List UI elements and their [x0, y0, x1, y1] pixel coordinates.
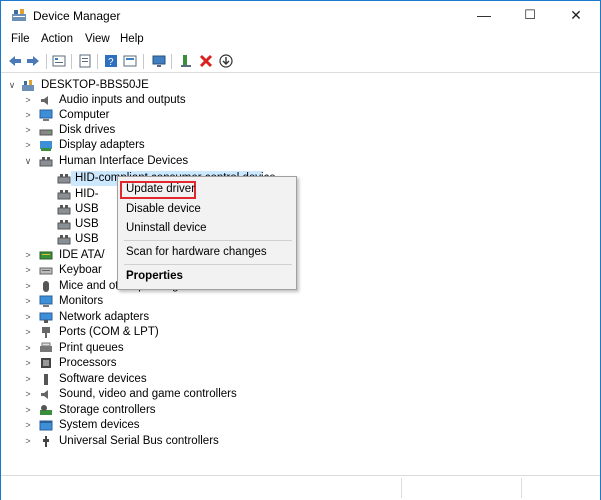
usb-icon: [39, 435, 53, 448]
toolbar-separator: [97, 54, 98, 69]
toolbar-separator: [143, 54, 144, 69]
device-manager-window: Device Manager — ☐ ✕ File Action View He…: [0, 0, 601, 500]
chevron-down-icon[interactable]: ∨: [7, 78, 17, 93]
uninstall-device-menu-item[interactable]: Uninstall device: [126, 222, 207, 234]
device-tree: ∨ DESKTOP-BBS50JE > Audio inputs and out…: [3, 74, 597, 470]
status-bar: [1, 475, 600, 500]
title-bar[interactable]: Device Manager — ☐ ✕: [1, 1, 600, 29]
menu-separator: [124, 240, 292, 241]
enable-device-icon[interactable]: [179, 53, 195, 69]
chevron-right-icon[interactable]: >: [23, 294, 33, 309]
disable-device-menu-item[interactable]: Disable device: [126, 203, 201, 215]
storage-controller-icon: [39, 404, 53, 417]
chevron-right-icon[interactable]: >: [23, 248, 33, 263]
system-device-icon: [39, 419, 53, 432]
chevron-right-icon[interactable]: >: [23, 325, 33, 340]
monitor-icon: [39, 295, 53, 308]
properties-menu-item[interactable]: Properties: [126, 270, 183, 282]
speaker-icon: [39, 94, 53, 107]
hid-icon: [57, 233, 71, 246]
chevron-right-icon[interactable]: >: [23, 418, 33, 433]
scan-hardware-menu-item[interactable]: Scan for hardware changes: [126, 246, 267, 258]
toolbar-separator: [46, 54, 47, 69]
help-icon[interactable]: ?: [103, 53, 119, 69]
chevron-right-icon[interactable]: >: [23, 403, 33, 418]
hid-icon: [57, 203, 71, 216]
update-driver-menu-item[interactable]: Update driver: [126, 183, 195, 195]
menu-separator: [124, 264, 292, 265]
properties-grid-icon[interactable]: [51, 53, 67, 69]
mouse-icon: [39, 280, 53, 293]
chevron-right-icon[interactable]: >: [23, 434, 33, 449]
hid-icon: [39, 155, 53, 168]
ide-controller-icon: [39, 249, 53, 262]
back-arrow-icon[interactable]: [7, 53, 23, 69]
monitor-icon[interactable]: [151, 53, 167, 69]
menu-view[interactable]: View: [85, 33, 110, 45]
processor-icon: [39, 357, 53, 370]
disk-drive-icon: [39, 124, 53, 137]
network-adapter-icon: [39, 311, 53, 324]
chevron-right-icon[interactable]: >: [23, 279, 33, 294]
hid-icon: [57, 172, 71, 185]
menu-file[interactable]: File: [11, 33, 30, 45]
display-adapter-icon: [39, 139, 53, 152]
status-cell: [521, 478, 600, 498]
keyboard-icon: [39, 264, 53, 277]
chevron-down-icon[interactable]: ∨: [23, 154, 33, 169]
view-icon[interactable]: [122, 53, 138, 69]
status-cell: [401, 478, 522, 498]
document-icon[interactable]: [77, 53, 93, 69]
context-menu: Update driver Disable device Uninstall d…: [117, 176, 297, 290]
chevron-right-icon[interactable]: >: [23, 372, 33, 387]
chevron-right-icon[interactable]: >: [23, 123, 33, 138]
maximize-button[interactable]: ☐: [507, 1, 553, 29]
port-icon: [39, 326, 53, 339]
chevron-right-icon[interactable]: >: [23, 341, 33, 356]
printer-icon: [39, 342, 53, 355]
hid-icon: [57, 218, 71, 231]
minimize-button[interactable]: —: [461, 1, 507, 29]
computer-tree-icon: [21, 79, 35, 92]
forward-arrow-icon[interactable]: [25, 53, 41, 69]
svg-text:?: ?: [108, 57, 114, 68]
toolbar: ?: [1, 50, 600, 73]
chevron-right-icon[interactable]: >: [23, 263, 33, 278]
toolbar-separator: [171, 54, 172, 69]
chevron-right-icon[interactable]: >: [23, 387, 33, 402]
chevron-right-icon[interactable]: >: [23, 93, 33, 108]
menu-help[interactable]: Help: [120, 33, 144, 45]
update-down-arrow-icon[interactable]: [218, 53, 234, 69]
close-button[interactable]: ✕: [553, 1, 599, 29]
hid-icon: [57, 188, 71, 201]
menu-action[interactable]: Action: [41, 33, 73, 45]
device-manager-icon: [11, 8, 27, 22]
monitor-icon: [39, 109, 53, 122]
chevron-right-icon[interactable]: >: [23, 310, 33, 325]
uninstall-x-icon[interactable]: [198, 53, 214, 69]
chevron-right-icon[interactable]: >: [23, 138, 33, 153]
menu-bar: File Action View Help: [1, 30, 600, 50]
chevron-right-icon[interactable]: >: [23, 356, 33, 371]
window-title: Device Manager: [33, 9, 121, 23]
chevron-right-icon[interactable]: >: [23, 108, 33, 123]
speaker-icon: [39, 388, 53, 401]
toolbar-separator: [71, 54, 72, 69]
software-device-icon: [39, 373, 53, 386]
